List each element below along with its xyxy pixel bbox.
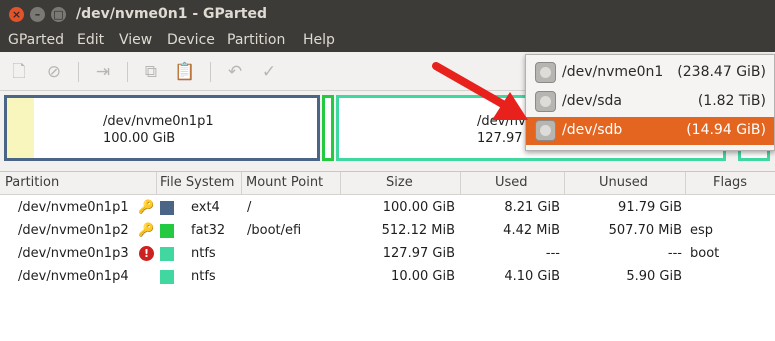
arrow-head: [492, 92, 528, 120]
annotation-arrow: [432, 62, 528, 120]
arrow-shaft: [432, 62, 510, 110]
